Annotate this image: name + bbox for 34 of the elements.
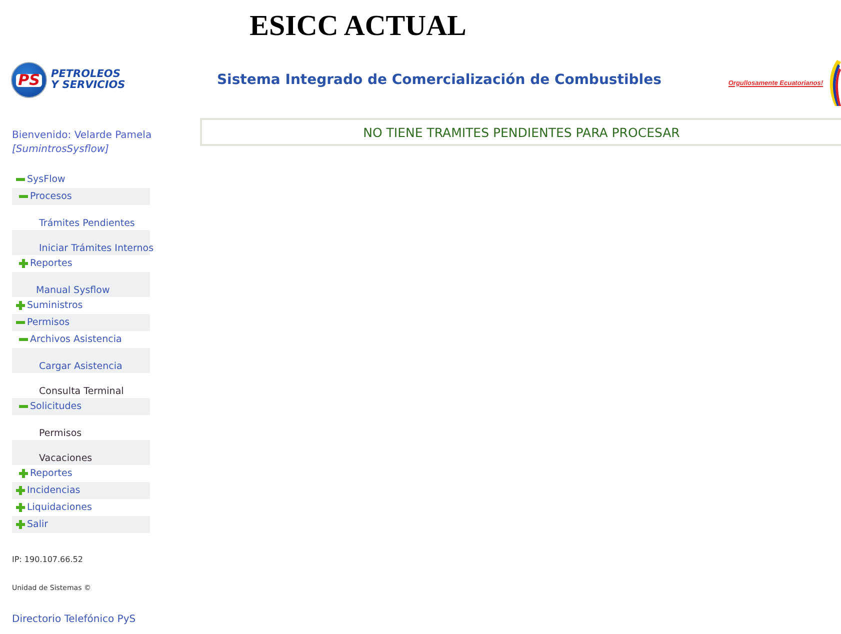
- menu-item[interactable]: Procesos: [30, 191, 72, 202]
- plus-icon[interactable]: [16, 301, 25, 310]
- system-title: Sistema Integrado de Comercialización de Combustibles: [216, 72, 662, 88]
- minus-icon[interactable]: [16, 318, 25, 327]
- document-title: ESICC ACTUAL: [248, 9, 468, 44]
- status-message: NO TIENE TRAMITES PENDIENTES PARA PROCESAR: [200, 118, 841, 146]
- menu-link[interactable]: Vacaciones: [39, 453, 92, 464]
- menu-item[interactable]: Archivos Asistencia: [30, 334, 122, 345]
- user-role: [SumintrosSysflow]: [12, 144, 110, 155]
- minus-icon[interactable]: [16, 175, 25, 184]
- minus-icon[interactable]: [19, 335, 28, 344]
- flag-ribbon-icon: [827, 60, 841, 106]
- menu-item[interactable]: SysFlow: [27, 174, 66, 185]
- minus-icon[interactable]: [19, 402, 28, 411]
- plus-icon[interactable]: [16, 486, 25, 495]
- menu-item[interactable]: Suministros: [27, 300, 83, 311]
- menu-link[interactable]: Trámites Pendientes: [39, 218, 135, 229]
- minus-icon[interactable]: [19, 192, 28, 201]
- plus-icon[interactable]: [19, 469, 28, 478]
- ip-address: IP: 190.107.66.52: [12, 555, 84, 564]
- plus-icon[interactable]: [16, 503, 25, 512]
- plus-icon[interactable]: [16, 520, 25, 529]
- menu-item[interactable]: Reportes: [30, 258, 72, 269]
- plus-icon[interactable]: [19, 259, 28, 268]
- menu-link[interactable]: Iniciar Trámites Internos: [39, 243, 154, 254]
- welcome-text: Bienvenido: Velarde Pamela: [12, 129, 153, 143]
- company-logo: PS: [11, 62, 47, 98]
- menu-item[interactable]: Salir: [27, 519, 48, 530]
- menu-link[interactable]: Consulta Terminal: [39, 386, 124, 397]
- menu-item[interactable]: Liquidaciones: [27, 502, 92, 513]
- menu-link[interactable]: Permisos: [39, 428, 82, 439]
- menu-item[interactable]: Reportes: [30, 468, 72, 479]
- company-name: PETROLEOS Y SERVICIOS: [51, 69, 126, 91]
- directory-link[interactable]: Directorio Telefónico PyS: [12, 614, 200, 625]
